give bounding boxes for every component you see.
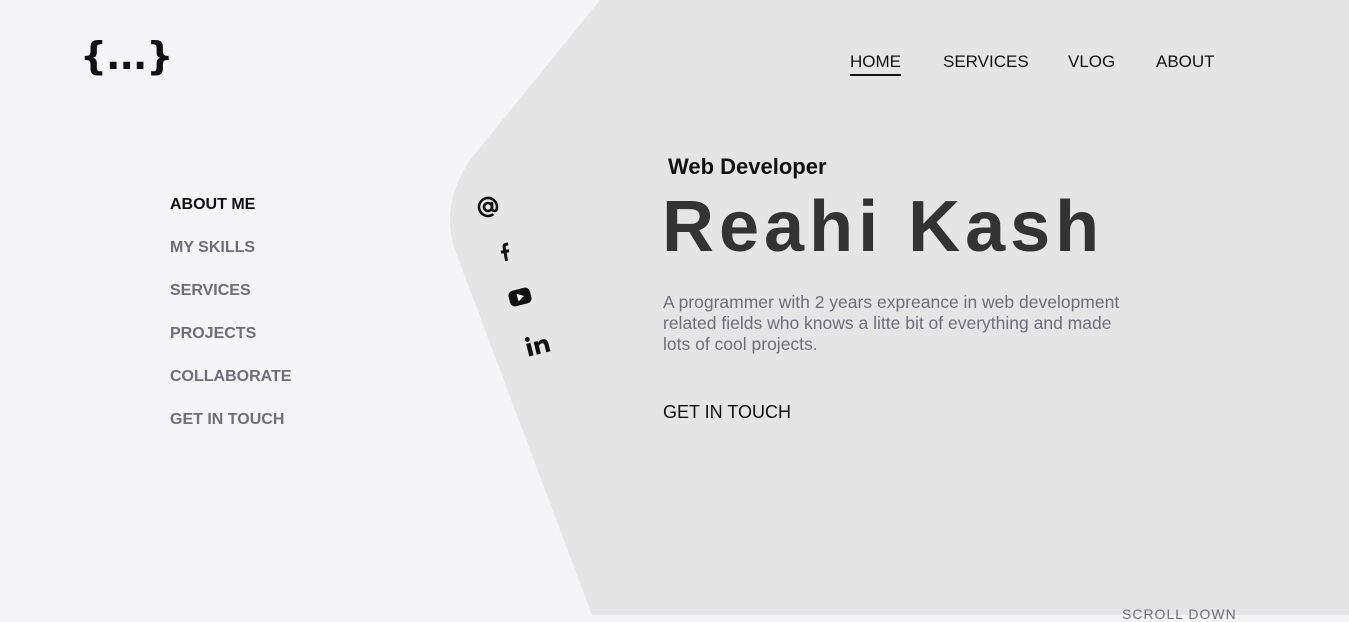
side-item-collaborate[interactable]: COLLABORATE — [170, 368, 291, 411]
side-menu: ABOUT ME MY SKILLS SERVICES PROJECTS COL… — [170, 196, 291, 454]
hero-bio: A programmer with 2 years expreance in w… — [663, 292, 1120, 354]
hero-name: Reahi Kash — [662, 187, 1105, 267]
get-in-touch-button[interactable]: GET IN TOUCH — [663, 402, 791, 423]
nav-home[interactable]: HOME — [850, 52, 901, 76]
side-item-projects[interactable]: PROJECTS — [170, 325, 291, 368]
side-item-services[interactable]: SERVICES — [170, 282, 291, 325]
nav-about[interactable]: ABOUT — [1156, 52, 1215, 72]
nav-vlog[interactable]: VLOG — [1068, 52, 1115, 72]
side-item-about-me[interactable]: ABOUT ME — [170, 196, 291, 239]
logo[interactable]: {...} — [80, 34, 173, 78]
email-icon[interactable] — [476, 195, 500, 219]
scroll-down-hint[interactable]: SCROLL DOWN — [1122, 606, 1237, 622]
linkedin-icon[interactable] — [524, 332, 552, 358]
youtube-icon[interactable] — [507, 286, 533, 308]
side-item-get-in-touch[interactable]: GET IN TOUCH — [170, 411, 291, 454]
nav-services[interactable]: SERVICES — [943, 52, 1029, 72]
hero-subtitle: Web Developer — [668, 154, 827, 179]
facebook-icon[interactable] — [496, 240, 514, 264]
side-item-my-skills[interactable]: MY SKILLS — [170, 239, 291, 282]
